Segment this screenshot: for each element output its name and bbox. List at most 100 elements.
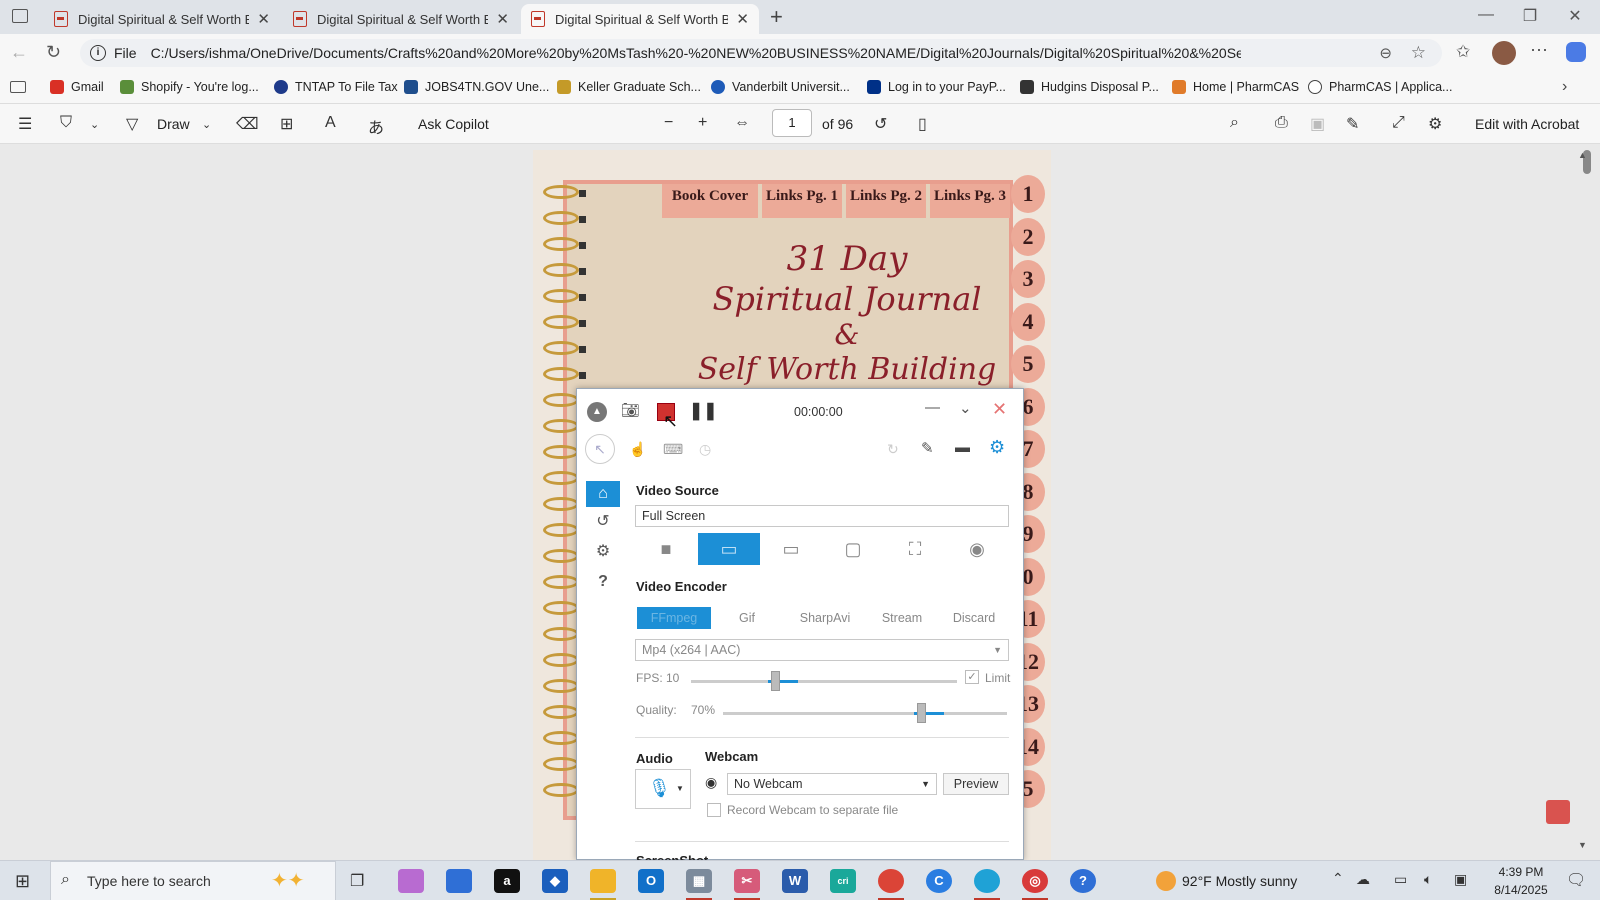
fps-slider[interactable] <box>691 680 957 683</box>
close-window-icon[interactable]: ✕ <box>1555 6 1595 26</box>
settings-gear-icon[interactable]: ⚙ <box>1428 114 1442 134</box>
bookmarks-sidebar-icon[interactable] <box>10 81 26 93</box>
zoom-in-icon[interactable]: + <box>698 114 707 132</box>
fullscreen-icon[interactable]: ⤢ <box>1392 114 1405 132</box>
bookmark-jobs4tn[interactable]: JOBS4TN.GOV Une... <box>404 80 549 94</box>
source-window-icon[interactable]: ▢ <box>822 533 884 565</box>
minimize-window-icon[interactable]: — <box>1466 6 1506 24</box>
save-as-icon[interactable]: ✎ <box>1346 114 1359 134</box>
ask-copilot-button[interactable]: Ask Copilot <box>418 116 489 132</box>
draw-label[interactable]: Draw <box>157 116 190 132</box>
home-icon[interactable]: ⌂ <box>586 481 620 507</box>
collapse-icon[interactable]: ▲ <box>587 402 607 422</box>
browser-tab-3-active[interactable]: Digital Spiritual & Self Worth Buil ✕ <box>521 4 759 34</box>
bookmark-tntap[interactable]: TNTAP To File Tax <box>274 80 398 94</box>
save-icon[interactable]: ▣ <box>1310 114 1325 134</box>
quality-slider-thumb[interactable] <box>916 703 926 723</box>
acrobat-icon[interactable] <box>1546 800 1570 824</box>
new-tab-icon[interactable]: + <box>770 4 783 30</box>
windows-start-icon[interactable]: ⊞ <box>15 871 30 892</box>
cricut-icon[interactable]: cri <box>830 869 856 893</box>
taskbar-search-box[interactable]: ⌕ Type here to search ✦✦ <box>50 861 336 900</box>
recorder-app-icon[interactable]: ◎ <box>1022 869 1048 893</box>
amazon-icon[interactable]: a <box>494 869 520 893</box>
day-tab-number[interactable]: 1 <box>1011 175 1045 213</box>
clock-date[interactable]: 8/14/2025 <box>1486 883 1556 897</box>
favorites-icon[interactable]: ✩ <box>1456 42 1470 62</box>
page-number-input[interactable]: 1 <box>772 109 812 137</box>
info-icon[interactable]: i <box>90 45 106 61</box>
pause-icon[interactable]: ❚❚ <box>689 401 718 421</box>
weather-text[interactable]: 92°F Mostly sunny <box>1182 873 1297 889</box>
search-icon[interactable]: ⌕ <box>1230 114 1239 132</box>
history-icon[interactable]: ↺ <box>586 509 620 535</box>
record-webcam-checkbox[interactable] <box>707 803 721 817</box>
source-region-icon[interactable]: ⛶ <box>884 533 946 565</box>
canva-icon[interactable]: C <box>926 869 952 893</box>
source-camera-icon[interactable]: ■ <box>635 533 697 565</box>
file-explorer-icon[interactable] <box>590 869 616 893</box>
zoom-out-icon[interactable]: − <box>664 114 673 132</box>
more-menu-icon[interactable]: ⋯ <box>1530 40 1548 61</box>
minimize-icon[interactable]: — <box>925 399 940 416</box>
source-screen-icon[interactable]: ▭ <box>698 533 760 565</box>
chevron-down-icon[interactable]: ⌄ <box>202 118 211 131</box>
copilot-app-icon[interactable] <box>398 869 424 893</box>
video-source-field[interactable]: Full Screen <box>635 505 1009 527</box>
settings-gear-icon[interactable]: ⚙ <box>989 437 1005 458</box>
eraser-icon[interactable]: ⌫ <box>236 114 259 134</box>
source-monitor-icon[interactable]: ▭ <box>760 533 822 565</box>
limit-checkbox[interactable]: ✓ <box>965 670 979 684</box>
rotate-icon[interactable]: ↺ <box>874 114 887 134</box>
back-icon[interactable]: ← <box>10 42 28 63</box>
encoder-discard-tab[interactable]: Discard <box>939 607 1009 629</box>
task-view-icon[interactable]: ❐ <box>350 871 364 891</box>
quality-slider[interactable] <box>723 712 1007 715</box>
outlook-icon[interactable]: O <box>638 869 664 893</box>
zoom-icon[interactable]: ⊖ <box>1379 44 1392 62</box>
microphone-button[interactable]: 🎙︎ ▼ <box>635 769 691 809</box>
clock-time[interactable]: 4:39 PM <box>1486 865 1556 879</box>
browser-tab-1[interactable]: Digital Spiritual & Self Worth Buil ✕ <box>44 4 280 34</box>
bookmark-shopify[interactable]: Shopify - You're log... <box>120 80 259 94</box>
edge-icon[interactable] <box>974 869 1000 893</box>
bookmark-paypal[interactable]: Log in to your PayP... <box>867 80 1006 94</box>
browser-tab-2[interactable]: Digital Spiritual & Self Worth Buil ✕ <box>283 4 519 34</box>
camera-icon[interactable]: 📷︎ <box>621 401 640 419</box>
text-box-icon[interactable]: ⊞ <box>280 114 293 134</box>
fit-page-icon[interactable]: ⇔ <box>734 114 750 132</box>
chevron-down-icon[interactable]: ⌄ <box>90 118 99 131</box>
scroll-up-icon[interactable]: ▲ <box>1578 150 1587 160</box>
refresh-icon[interactable]: ↻ <box>46 42 61 63</box>
fps-slider-thumb[interactable] <box>771 671 781 691</box>
restore-window-icon[interactable]: ❐ <box>1510 6 1550 26</box>
help-icon[interactable]: ? <box>586 569 620 595</box>
double-chevron-down-icon[interactable]: ⌄ <box>959 399 972 417</box>
refresh-icon[interactable]: ↻ <box>887 441 899 458</box>
calculator-icon[interactable]: ▦ <box>686 869 712 893</box>
bookmark-hudgins[interactable]: Hudgins Disposal P... <box>1020 80 1159 94</box>
copilot-icon[interactable] <box>1566 42 1586 62</box>
format-dropdown[interactable]: Mp4 (x264 | AAC) ▼ <box>635 639 1009 661</box>
brush-icon[interactable]: ✎ <box>921 439 934 457</box>
bookmark-vanderbilt[interactable]: Vanderbilt Universit... <box>711 80 850 94</box>
onedrive-icon[interactable]: ☁ <box>1356 871 1370 888</box>
close-tab-icon[interactable]: ✕ <box>257 10 270 28</box>
chrome-icon[interactable] <box>878 869 904 893</box>
encoder-sharpavi-tab[interactable]: SharpAvi <box>785 607 865 629</box>
encoder-stream-tab[interactable]: Stream <box>867 607 937 629</box>
close-tab-icon[interactable]: ✕ <box>736 10 749 28</box>
tab-book-cover[interactable]: Book Cover <box>662 184 758 218</box>
url-text[interactable]: C:/Users/ishma/OneDrive/Documents/Crafts… <box>151 45 1241 61</box>
webcam-preview-button[interactable]: Preview <box>943 773 1009 795</box>
contents-icon[interactable]: ☰ <box>18 114 32 134</box>
tab-actions-icon[interactable] <box>12 9 28 23</box>
encoder-ffmpeg-tab[interactable]: FFmpeg <box>637 607 711 629</box>
cursor-toggle-icon[interactable]: ↖ <box>585 434 615 464</box>
draw-icon[interactable]: ▽ <box>126 114 138 134</box>
print-icon[interactable]: ⎙ <box>1275 114 1288 132</box>
address-field[interactable]: i File C:/Users/ishma/OneDrive/Documents… <box>80 39 1442 67</box>
tab-links-pg-3[interactable]: Links Pg. 3 <box>930 184 1010 218</box>
encoder-gif-tab[interactable]: Gif <box>717 607 777 629</box>
close-tab-icon[interactable]: ✕ <box>496 10 509 28</box>
